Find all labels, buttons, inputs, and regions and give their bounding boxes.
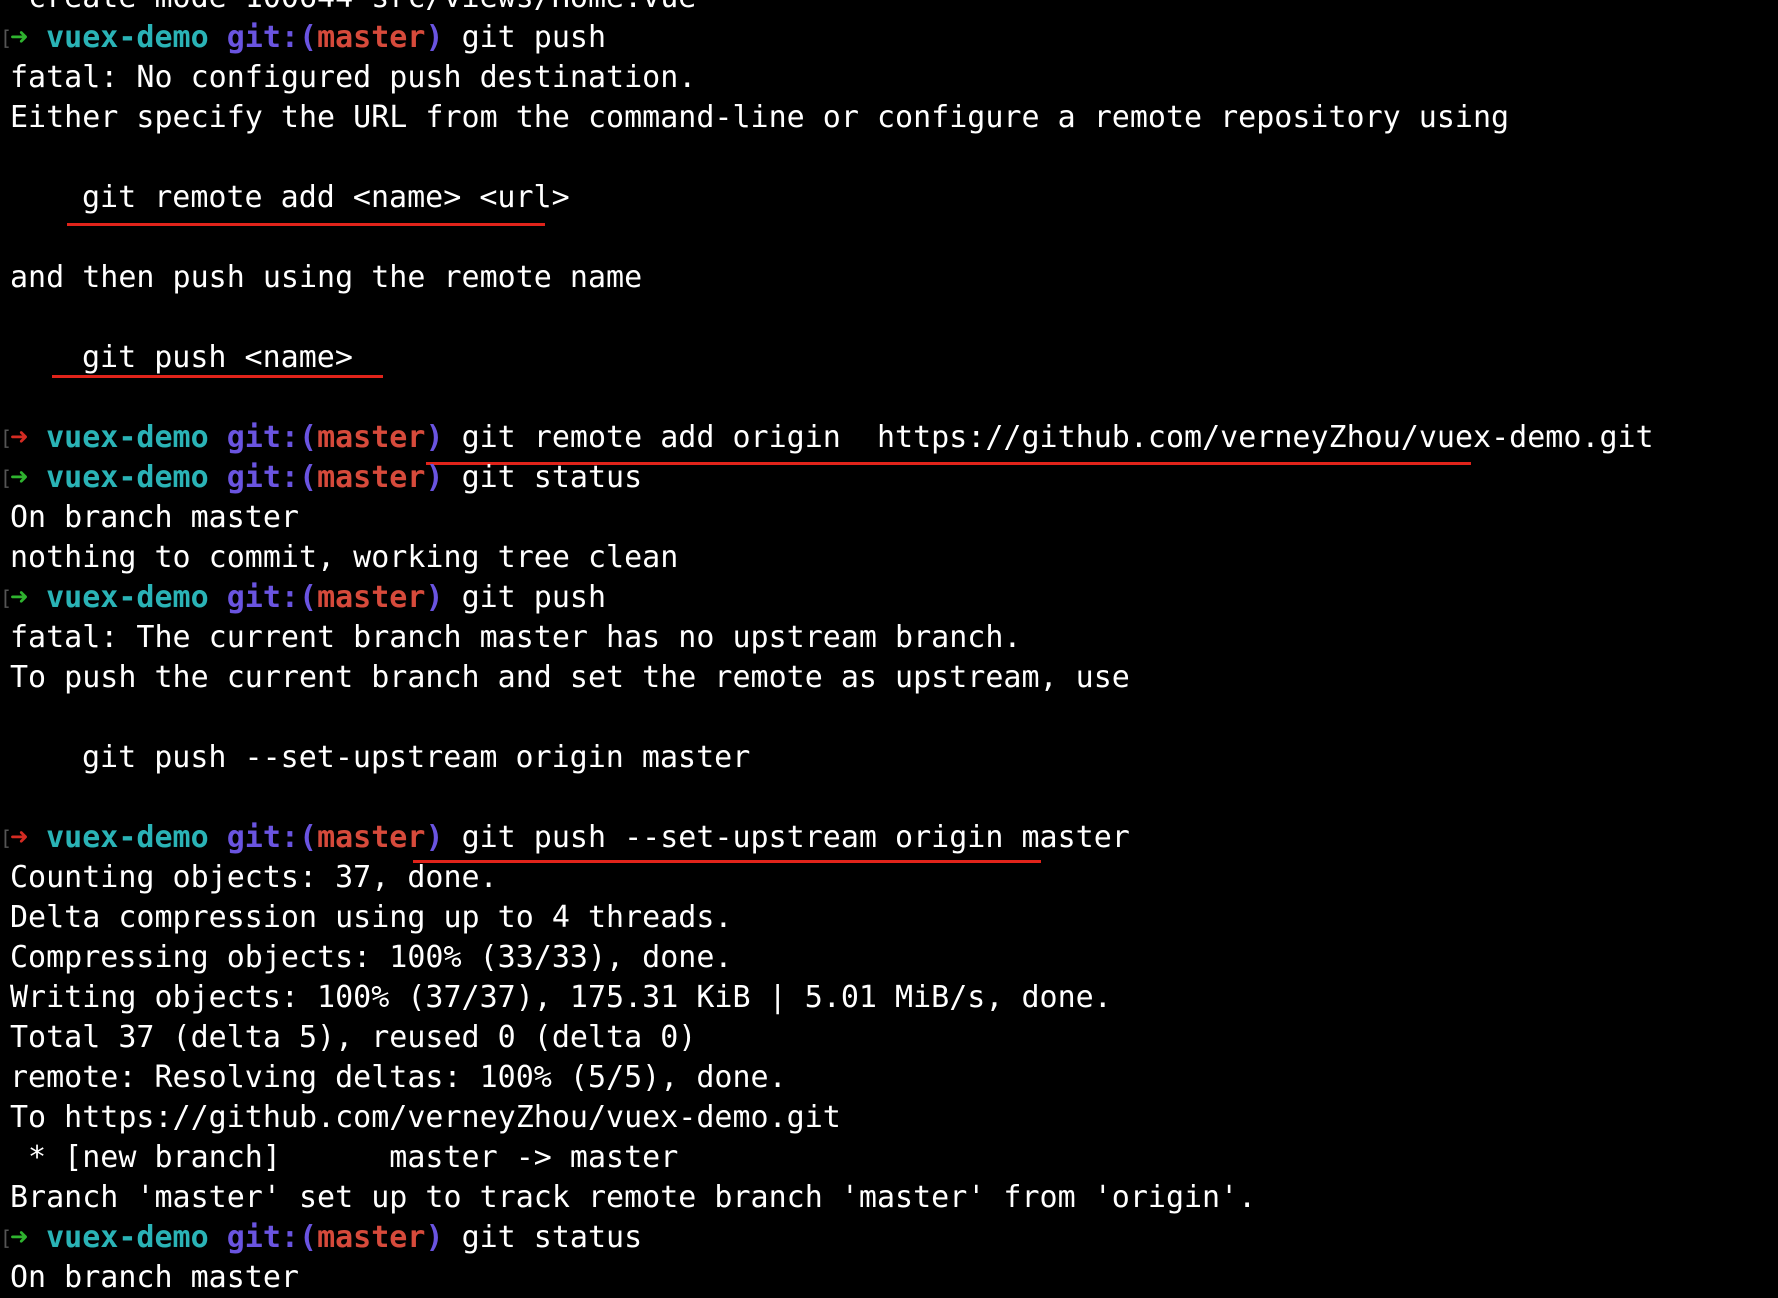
command-text: git status (461, 460, 643, 495)
output-text: Delta compression using up to 4 threads. (10, 900, 733, 935)
output-text: Total 37 (delta 5), reused 0 (delta 0) (10, 1020, 697, 1055)
output-text: Writing objects: 100% (37/37), 175.31 Ki… (10, 980, 1112, 1015)
prompt-directory: vuex-demo (46, 580, 209, 615)
output-text: Compressing objects: 100% (33/33), done. (10, 940, 733, 975)
output-line: Either specify the URL from the command-… (0, 98, 1778, 138)
output-line: To https://github.com/verneyZhou/vuex-de… (0, 1098, 1778, 1138)
output-line: nothing to commit, working tree clean (0, 538, 1778, 578)
terminal-window[interactable]: create mode 100644 src/views/Home.vue [➜… (0, 0, 1778, 1298)
git-prefix: git:( (226, 820, 318, 855)
git-branch: master (317, 20, 426, 55)
output-line: fatal: The current branch master has no … (0, 618, 1778, 658)
output-line: Branch 'master' set up to track remote b… (0, 1178, 1778, 1218)
error-arrow-icon: ➜ (10, 820, 29, 855)
command-text: git remote add origin https://github.com… (461, 420, 1654, 455)
git-suffix: ) (425, 1220, 444, 1255)
mark-bracket: [ (0, 586, 13, 610)
prompt-line: [➜ vuex-demo git:(master) git push --set… (0, 818, 1778, 863)
output-line: create mode 100644 src/views/Home.vue (0, 0, 1778, 18)
output-text: * [new branch] master -> master (10, 1140, 679, 1175)
output-line: git push <name> (0, 338, 1778, 378)
prompt-directory: vuex-demo (46, 460, 209, 495)
success-arrow-icon: ➜ (10, 20, 29, 55)
output-text: create mode 100644 src/views/Home.vue (10, 0, 696, 15)
command-text: git push (461, 20, 607, 55)
success-arrow-icon: ➜ (10, 460, 29, 495)
output-text: On branch master (10, 500, 299, 535)
output-line: On branch master (0, 498, 1778, 538)
prompt-directory: vuex-demo (46, 820, 209, 855)
git-prefix: git:( (226, 1220, 318, 1255)
output-line: git remote add <name> <url> (0, 178, 1778, 226)
output-text: To https://github.com/verneyZhou/vuex-de… (10, 1100, 841, 1135)
output-text: git push <name> (82, 340, 353, 375)
output-text: git remote add <name> <url> (82, 180, 570, 215)
output-line: To push the current branch and set the r… (0, 658, 1778, 698)
prompt-directory: vuex-demo (46, 420, 209, 455)
command-text: git push (461, 580, 607, 615)
mark-bracket: [ (0, 1226, 13, 1250)
output-text: Counting objects: 37, done. (10, 860, 498, 895)
prompt-line: [➜ vuex-demo git:(master) git status (0, 458, 1778, 498)
output-line: Counting objects: 37, done. (0, 858, 1778, 898)
error-arrow-icon: ➜ (10, 420, 29, 455)
output-text: git push --set-upstream origin master (82, 740, 751, 775)
output-line: Writing objects: 100% (37/37), 175.31 Ki… (0, 978, 1778, 1018)
git-branch: master (317, 820, 426, 855)
prompt-line: [➜ vuex-demo git:(master) git push (0, 18, 1778, 58)
output-text: nothing to commit, working tree clean (10, 540, 679, 575)
prompt-directory: vuex-demo (46, 20, 209, 55)
git-suffix: ) (425, 580, 444, 615)
output-text: Branch 'master' set up to track remote b… (10, 1180, 1257, 1215)
output-line: On branch master (0, 1258, 1778, 1298)
command-text: git status (461, 1220, 643, 1255)
output-text: On branch master (10, 1260, 299, 1295)
output-line: * [new branch] master -> master (0, 1138, 1778, 1178)
git-suffix: ) (425, 820, 444, 855)
output-text: fatal: No configured push destination. (10, 60, 697, 95)
output-line: and then push using the remote name (0, 258, 1778, 298)
git-branch: master (317, 420, 426, 455)
git-suffix: ) (425, 460, 444, 495)
prompt-line: [➜ vuex-demo git:(master) git remote add… (0, 418, 1778, 465)
output-text: Either specify the URL from the command-… (10, 100, 1510, 135)
git-branch: master (317, 1220, 426, 1255)
git-prefix: git:( (226, 420, 318, 455)
output-line: Compressing objects: 100% (33/33), done. (0, 938, 1778, 978)
output-text: remote: Resolving deltas: 100% (5/5), do… (10, 1060, 787, 1095)
mark-bracket: [ (0, 466, 13, 490)
output-line: git push --set-upstream origin master (0, 738, 1778, 778)
git-prefix: git:( (226, 580, 318, 615)
success-arrow-icon: ➜ (10, 580, 29, 615)
mark-bracket: [ (0, 426, 13, 450)
prompt-directory: vuex-demo (46, 1220, 209, 1255)
mark-bracket: [ (0, 826, 13, 850)
git-branch: master (317, 580, 426, 615)
output-text: To push the current branch and set the r… (10, 660, 1130, 695)
prompt-line: [➜ vuex-demo git:(master) git status (0, 1218, 1778, 1258)
git-prefix: git:( (226, 20, 318, 55)
mark-bracket: [ (0, 26, 13, 50)
git-suffix: ) (425, 20, 444, 55)
output-line: Delta compression using up to 4 threads. (0, 898, 1778, 938)
output-text: and then push using the remote name (10, 260, 643, 295)
output-line: Total 37 (delta 5), reused 0 (delta 0) (0, 1018, 1778, 1058)
git-prefix: git:( (226, 460, 318, 495)
success-arrow-icon: ➜ (10, 1220, 29, 1255)
git-branch: master (317, 460, 426, 495)
git-suffix: ) (425, 420, 444, 455)
command-text: git push --set-upstream origin master (461, 820, 1130, 855)
output-line: remote: Resolving deltas: 100% (5/5), do… (0, 1058, 1778, 1098)
output-text: fatal: The current branch master has no … (10, 620, 1022, 655)
output-line: fatal: No configured push destination. (0, 58, 1778, 98)
prompt-line: [➜ vuex-demo git:(master) git push (0, 578, 1778, 618)
